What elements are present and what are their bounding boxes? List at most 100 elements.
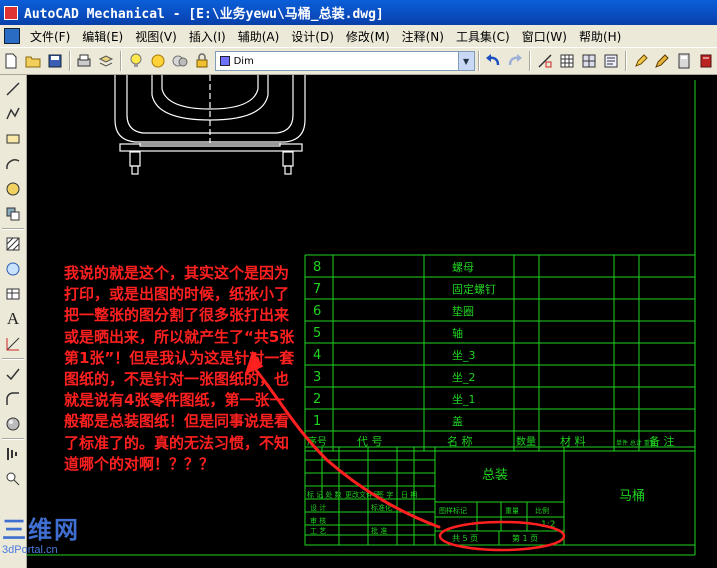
toolbar-separator (68, 51, 71, 71)
hatch-icon[interactable] (2, 233, 24, 255)
watermark-url: 3dPortal.cn (2, 544, 58, 556)
layer-viewport-icon[interactable] (170, 50, 190, 72)
circle-icon[interactable] (2, 178, 24, 200)
bom-header-material: 材 料 (560, 434, 586, 448)
tb-part-name: 马桶 (619, 489, 645, 504)
menu-file[interactable]: 文件(F) (24, 28, 76, 45)
base-plate (119, 143, 303, 152)
toolbar-separator (2, 358, 24, 360)
bom-row-name: 坐_1 (452, 393, 476, 406)
menu-assist[interactable]: 辅助(A) (232, 28, 286, 45)
region-icon[interactable] (2, 258, 24, 280)
bom-row-number: 2 (313, 392, 321, 407)
menu-toolset[interactable]: 工具集(C) (450, 28, 516, 45)
properties-icon[interactable] (601, 50, 621, 72)
help-book-icon[interactable] (696, 50, 716, 72)
dimension-tool-icon[interactable] (2, 333, 24, 355)
autocad-app-icon[interactable] (4, 5, 18, 20)
arc-icon[interactable] (2, 153, 24, 175)
bom-header-qty: 数量 (516, 435, 536, 448)
menu-help[interactable]: 帮助(H) (573, 28, 627, 45)
layer-on-bulb-icon[interactable] (126, 50, 146, 72)
drawing-canvas[interactable]: 8 螺母 7 固定螺钉 6 垫圈 5 轴 4 坐_3 3 坐_2 2 坐_1 1 盖序号代 号名 称数量材 料… (27, 75, 717, 568)
bom-row-number: 6 (313, 304, 321, 319)
bom-row-name: 螺母 (452, 261, 474, 274)
toolbar-separator (529, 51, 532, 71)
open-folder-icon[interactable] (23, 50, 43, 72)
standard-toolbar: Dim ▼ (0, 47, 717, 75)
dimension-icon[interactable] (535, 50, 555, 72)
document-icon[interactable] (4, 28, 20, 44)
tb-label-approve: 批 准 (371, 526, 387, 535)
window-title: AutoCAD Mechanical - [E:\业务yewu\马桶_总装.dw… (24, 7, 384, 22)
table-tool-icon[interactable] (2, 283, 24, 305)
align-icon[interactable] (2, 443, 24, 465)
bom-header-note: 备 注 (649, 434, 675, 448)
tb-label-stage: 图样标记 (439, 506, 467, 515)
tb-label-review: 审 核 (310, 516, 326, 525)
undo-icon[interactable] (484, 50, 504, 72)
chevron-down-icon[interactable]: ▼ (457, 52, 474, 70)
layer-color-swatch (219, 56, 230, 66)
menu-view[interactable]: 视图(V) (129, 28, 183, 45)
bom-text: 8 螺母7 固定螺钉6 垫圈5 轴4 坐_33 坐_22 坐_11 盖序号代 号名 称数量材 料… (307, 260, 675, 448)
fillet-icon[interactable] (2, 388, 24, 410)
pencil-tool-icon[interactable] (652, 50, 672, 72)
layer-dropdown[interactable]: Dim ▼ (214, 51, 475, 71)
pencil-edit-icon[interactable] (631, 50, 651, 72)
toolbar-separator (477, 51, 480, 71)
toolbar-separator (120, 51, 123, 71)
menu-design[interactable]: 设计(D) (285, 28, 340, 45)
menu-annotate[interactable]: 注释(N) (396, 28, 450, 45)
bom-row-number: 1 (313, 414, 321, 429)
tb-sheets-total: 共 5 页 (452, 534, 478, 543)
bom-row-name: 坐_2 (452, 371, 476, 384)
check-icon[interactable] (2, 363, 24, 385)
tb-drawing-name: 总装 (482, 468, 508, 483)
line-icon[interactable] (2, 78, 24, 100)
save-icon[interactable] (45, 50, 65, 72)
red-annotation-text: 我说的就是这个，其实这个是因为打印，或是出图的时候，纸张小了把一整张的图分割了很… (64, 264, 295, 473)
bom-row-name: 垫圈 (452, 304, 474, 318)
bom-row-number: 4 (313, 348, 321, 363)
grid-icon[interactable] (579, 50, 599, 72)
tb-label-process: 工 艺 (310, 527, 326, 535)
calculator-icon[interactable] (674, 50, 694, 72)
title-bar: AutoCAD Mechanical - [E:\业务yewu\马桶_总装.dw… (0, 0, 717, 25)
left-foot (129, 151, 141, 167)
bom-row-number: 7 (313, 282, 321, 297)
menu-window[interactable]: 窗口(W) (516, 28, 573, 45)
rectangle-icon[interactable] (2, 128, 24, 150)
new-file-icon[interactable] (1, 50, 21, 72)
menu-bar: 文件(F) 编辑(E) 视图(V) 插入(I) 辅助(A) 设计(D) 修改(M… (0, 25, 717, 47)
redo-icon[interactable] (505, 50, 525, 72)
title-block-text: 标 记 处 数 更改文件号 签 字 日 期 设 计 标准化 审 核 工 艺 批 … (307, 468, 645, 543)
table-icon[interactable] (557, 50, 577, 72)
tb-label-design: 设 计 (310, 503, 326, 512)
tb-label-scale: 比例 (535, 506, 549, 515)
menu-edit[interactable]: 编辑(E) (76, 28, 129, 45)
polyline-icon[interactable] (2, 103, 24, 125)
menu-modify[interactable]: 修改(M) (340, 28, 396, 45)
bom-row-name: 固定螺钉 (452, 282, 496, 296)
render-icon[interactable] (2, 413, 24, 435)
menu-insert[interactable]: 插入(I) (183, 28, 232, 45)
tb-label-revision: 标 记 处 数 (307, 490, 342, 499)
bom-row-name: 坐_3 (452, 349, 476, 362)
balloon-icon[interactable] (2, 468, 24, 490)
layers-icon[interactable] (96, 50, 116, 72)
layer-lock-icon[interactable] (192, 50, 212, 72)
right-foot (282, 151, 294, 167)
site-watermark: 三维网 3dPortal.cn (2, 518, 80, 557)
layer-freeze-sun-icon[interactable] (148, 50, 168, 72)
layer-dropdown-value: Dim (233, 55, 254, 67)
toolbar-separator (2, 438, 24, 440)
tb-label-weight: 重量 (505, 507, 519, 515)
block-icon[interactable] (2, 203, 24, 225)
multiline-text-icon[interactable]: A (2, 308, 24, 330)
toolbar-separator (2, 228, 24, 230)
bom-row-number: 8 (313, 260, 321, 275)
bom-row-number: 3 (313, 370, 321, 385)
plot-icon[interactable] (75, 50, 95, 72)
bom-table (304, 254, 696, 452)
